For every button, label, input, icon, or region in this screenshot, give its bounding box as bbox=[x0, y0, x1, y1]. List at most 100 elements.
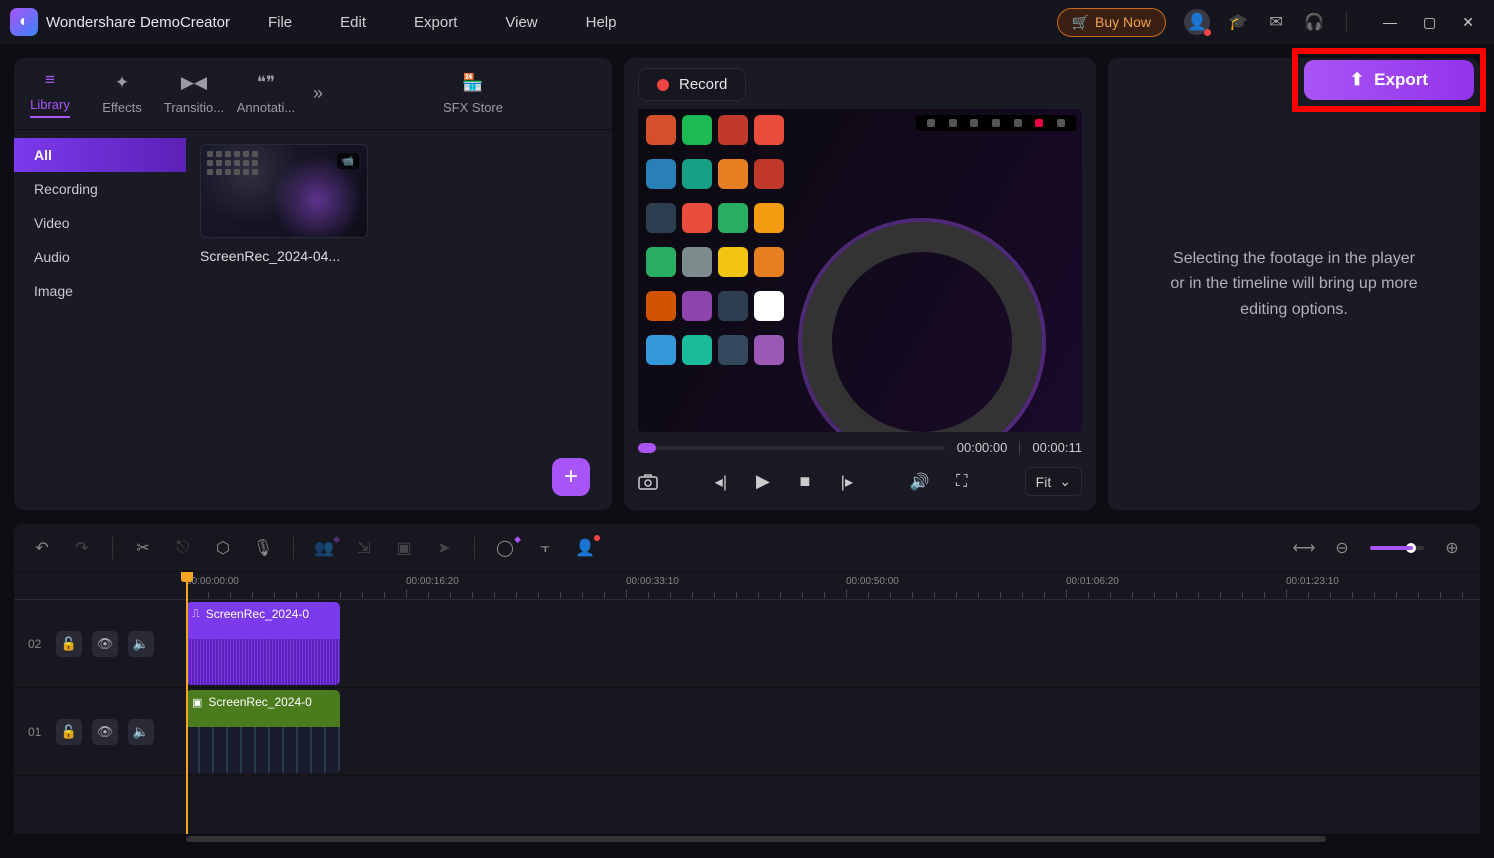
store-icon: 🏪 bbox=[462, 73, 483, 93]
timeline-ruler[interactable]: 00:00:00:00 00:00:16:20 00:00:33:10 00:0… bbox=[14, 572, 1480, 600]
clip-label: ScreenRec_2024-0 bbox=[208, 695, 311, 709]
track-lock-button[interactable]: 🔓 bbox=[56, 631, 82, 657]
audio-clip[interactable]: ⎍ScreenRec_2024-0 bbox=[186, 602, 340, 685]
app-title: Wondershare DemoCreator bbox=[46, 14, 230, 31]
track-visibility-button[interactable]: 👁 bbox=[92, 719, 118, 745]
tab-library[interactable]: ≡ Library bbox=[14, 70, 86, 118]
cursor-button[interactable]: ➤ bbox=[434, 538, 454, 558]
buy-label: Buy Now bbox=[1095, 14, 1151, 30]
headset-icon[interactable]: 🎧 bbox=[1304, 12, 1324, 32]
pip-button[interactable]: ▣ bbox=[394, 538, 414, 558]
marker-button[interactable]: ⬡ bbox=[213, 538, 233, 558]
track-lock-button[interactable]: 🔓 bbox=[56, 719, 82, 745]
media-clip[interactable]: 📹 ScreenRec_2024-04... bbox=[200, 144, 368, 264]
account-icon[interactable]: 👤 bbox=[1184, 9, 1210, 35]
buy-now-button[interactable]: 🛒 Buy Now bbox=[1057, 8, 1166, 37]
track-mute-button[interactable]: 🔈 bbox=[128, 631, 154, 657]
stop-button[interactable]: ■ bbox=[795, 472, 815, 492]
library-grid: 📹 ScreenRec_2024-04... + bbox=[186, 130, 612, 510]
menu-help[interactable]: Help bbox=[586, 14, 617, 31]
tab-annotations[interactable]: ❝❞ Annotati... bbox=[230, 73, 302, 115]
record-button[interactable]: Record bbox=[638, 68, 746, 101]
effects-icon: ✦ bbox=[115, 73, 129, 93]
denoise-button[interactable]: ◯◆ bbox=[495, 538, 515, 558]
preview-time-current: 00:00:00 bbox=[957, 440, 1008, 455]
track-visibility-button[interactable]: 👁 bbox=[92, 631, 118, 657]
track-lane[interactable]: ▣ScreenRec_2024-0 bbox=[186, 688, 1480, 775]
mail-icon[interactable]: ✉ bbox=[1266, 12, 1286, 32]
undo-button[interactable]: ↶ bbox=[32, 538, 52, 558]
record-dot-icon bbox=[657, 79, 669, 91]
tab-transitions[interactable]: ▶◀ Transitio... bbox=[158, 73, 230, 115]
fit-dropdown[interactable]: Fit ⌄ bbox=[1025, 467, 1082, 496]
menubar: File Edit Export View Help bbox=[268, 14, 617, 31]
zoom-in-button[interactable]: ⊕ bbox=[1442, 538, 1462, 558]
timeline: 00:00:00:00 00:00:16:20 00:00:33:10 00:0… bbox=[14, 572, 1480, 844]
category-audio[interactable]: Audio bbox=[14, 240, 186, 274]
track-header: 02 🔓 👁 🔈 bbox=[14, 600, 186, 687]
window-maximize[interactable]: ▢ bbox=[1423, 14, 1436, 31]
timeline-scrollbar[interactable] bbox=[14, 834, 1480, 844]
category-recording[interactable]: Recording bbox=[14, 172, 186, 206]
zoom-out-button[interactable]: ⊖ bbox=[1332, 538, 1352, 558]
category-video[interactable]: Video bbox=[14, 206, 186, 240]
ruler-tick: 00:01:06:20 bbox=[1066, 576, 1119, 587]
library-icon: ≡ bbox=[45, 70, 55, 90]
timeline-toolbar: ↶ ↷ ✂ ⎋ ⬡ 🎙 👥◆ ⇲ ▣ ➤ ◯◆ ⫟ 👤 ⟷ ⊖ ⊕ bbox=[14, 524, 1480, 572]
clip-name: ScreenRec_2024-04... bbox=[200, 248, 368, 264]
add-media-button[interactable]: + bbox=[552, 458, 590, 496]
menu-view[interactable]: View bbox=[505, 14, 537, 31]
academy-icon[interactable]: 🎓 bbox=[1228, 12, 1248, 32]
preview-scrubber[interactable] bbox=[638, 446, 945, 450]
volume-button[interactable]: 🔊 bbox=[910, 472, 930, 492]
track-number: 01 bbox=[28, 725, 46, 739]
inspector-panel: Selecting the footage in the player or i… bbox=[1108, 58, 1480, 510]
menu-export[interactable]: Export bbox=[414, 14, 457, 31]
annotations-icon: ❝❞ bbox=[257, 73, 275, 93]
ruler-tick: 00:01:23:10 bbox=[1286, 576, 1339, 587]
crop-button[interactable]: ✂ bbox=[133, 538, 153, 558]
snapshot-button[interactable] bbox=[638, 472, 658, 492]
menu-file[interactable]: File bbox=[268, 14, 292, 31]
group-button[interactable]: 👥◆ bbox=[314, 538, 334, 558]
tab-sfx-store[interactable]: 🏪 SFX Store bbox=[334, 73, 612, 115]
track-row: 02 🔓 👁 🔈 ⎍ScreenRec_2024-0 bbox=[14, 600, 1480, 688]
window-close[interactable]: ✕ bbox=[1462, 14, 1474, 31]
fullscreen-button[interactable]: ⛶ bbox=[952, 472, 972, 492]
voiceover-button[interactable]: 🎙 bbox=[253, 538, 273, 558]
zoom-slider[interactable] bbox=[1370, 546, 1424, 550]
tabs-more-icon[interactable]: » bbox=[302, 83, 334, 104]
upload-icon: ⬆ bbox=[1350, 70, 1364, 90]
preview-viewport[interactable] bbox=[638, 109, 1082, 432]
tab-effects[interactable]: ✦ Effects bbox=[86, 73, 158, 115]
export-highlight: ⬆ Export bbox=[1292, 48, 1486, 112]
preview-rec-bar bbox=[916, 115, 1076, 131]
video-clip[interactable]: ▣ScreenRec_2024-0 bbox=[186, 690, 340, 773]
next-frame-button[interactable]: |▸ bbox=[837, 472, 857, 492]
menu-edit[interactable]: Edit bbox=[340, 14, 366, 31]
prev-frame-button[interactable]: ◂| bbox=[711, 472, 731, 492]
speed-button[interactable]: ⫟ bbox=[535, 538, 555, 558]
category-all[interactable]: All bbox=[14, 138, 186, 172]
play-button[interactable]: ▶ bbox=[753, 472, 773, 492]
track-lane[interactable]: ⎍ScreenRec_2024-0 bbox=[186, 600, 1480, 687]
ai-button[interactable]: 👤 bbox=[575, 538, 595, 558]
detach-button[interactable]: ⇲ bbox=[354, 538, 374, 558]
redo-button[interactable]: ↷ bbox=[72, 538, 92, 558]
preview-time-total: 00:00:11 bbox=[1032, 440, 1082, 455]
export-button[interactable]: ⬆ Export bbox=[1304, 60, 1474, 100]
track-mute-button[interactable]: 🔈 bbox=[128, 719, 154, 745]
export-label: Export bbox=[1374, 70, 1428, 90]
split-button[interactable]: ⎋ bbox=[173, 538, 193, 558]
track-header: 01 🔓 👁 🔈 bbox=[14, 688, 186, 775]
library-categories: All Recording Video Audio Image bbox=[14, 130, 186, 510]
clip-thumbnail: 📹 bbox=[200, 144, 368, 238]
ruler-tick: 00:00:50:00 bbox=[846, 576, 899, 587]
fit-timeline-button[interactable]: ⟷ bbox=[1294, 538, 1314, 558]
preview-panel: Record 00:00:00 00:00:11 ◂| bbox=[624, 58, 1096, 510]
category-image[interactable]: Image bbox=[14, 274, 186, 308]
panel-tabs: ≡ Library ✦ Effects ▶◀ Transitio... ❝❞ A… bbox=[14, 58, 612, 130]
waveform-icon: ⎍ bbox=[192, 608, 200, 621]
window-minimize[interactable]: — bbox=[1383, 14, 1397, 31]
cart-icon: 🛒 bbox=[1072, 14, 1089, 31]
